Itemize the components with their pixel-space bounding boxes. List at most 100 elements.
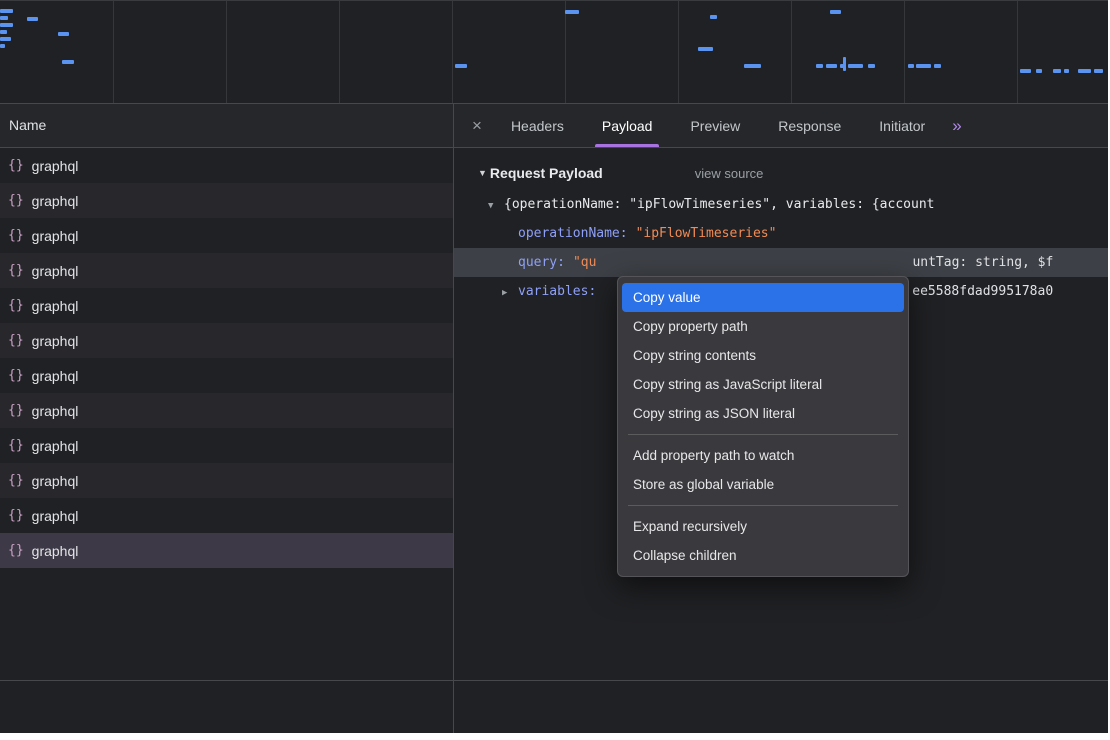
json-braces-icon: {}	[8, 193, 24, 208]
request-name-label: graphql	[32, 508, 79, 524]
request-name-label: graphql	[32, 333, 79, 349]
tab-headers[interactable]: Headers	[492, 104, 583, 147]
property-value: "ipFlowTimeseries"	[636, 226, 777, 241]
menu-item-copy-string-as-javascript-literal[interactable]: Copy string as JavaScript literal	[622, 370, 904, 399]
tab-preview[interactable]: Preview	[671, 104, 759, 147]
menu-item-copy-value[interactable]: Copy value	[622, 283, 904, 312]
devtools-window: Name {}graphql{}graphql{}graphql{}graphq…	[0, 0, 1108, 733]
request-row[interactable]: {}graphql	[0, 428, 453, 463]
expand-triangle-icon[interactable]: ▼	[488, 192, 504, 219]
bottom-status-area	[0, 680, 1108, 733]
request-name-label: graphql	[32, 298, 79, 314]
request-row[interactable]: {} graphql	[0, 148, 453, 183]
request-row[interactable]: {} graphql	[0, 358, 453, 393]
timeline-gridline	[113, 1, 114, 103]
json-braces-icon: {}	[8, 473, 24, 488]
request-name-label: graphql	[32, 543, 79, 559]
json-braces-icon: {}	[8, 438, 24, 453]
context-menu: Copy valueCopy property pathCopy string …	[617, 276, 909, 577]
view-source-link[interactable]: view source	[695, 166, 764, 181]
network-overview-timeline[interactable]	[0, 0, 1108, 104]
json-braces-icon: {}	[8, 228, 24, 243]
json-braces-icon: {}	[8, 403, 24, 418]
name-column-header[interactable]: Name	[0, 104, 453, 148]
payload-root-row[interactable]: ▼{operationName: "ipFlowTimeseries", var…	[454, 190, 1108, 219]
request-row[interactable]: {} graphql	[0, 218, 453, 253]
request-timing-bar	[916, 64, 931, 68]
menu-item-copy-string-as-json-literal[interactable]: Copy string as JSON literal	[622, 399, 904, 428]
request-timing-bar	[868, 64, 875, 68]
property-key: operationName:	[518, 226, 628, 241]
requests-table-pane: Name {}graphql{}graphql{}graphql{}graphq…	[0, 104, 454, 680]
request-name-label: graphql	[32, 158, 79, 174]
property-value-end: ee5588fdad995178a0	[912, 284, 1053, 299]
payload-row-operation-name[interactable]: operationName: "ipFlowTimeseries"	[454, 219, 1108, 248]
request-timing-bar	[0, 44, 5, 48]
timeline-gridline	[678, 1, 679, 103]
request-name-label: graphql	[32, 403, 79, 419]
collapsed-triangle-icon[interactable]: ▶	[502, 279, 518, 306]
section-collapse-triangle-icon[interactable]: ▼	[478, 168, 487, 178]
request-row[interactable]: {} graphql	[0, 463, 453, 498]
request-timing-bar	[0, 9, 13, 13]
json-braces-icon: {}	[8, 543, 24, 558]
menu-item-copy-string-contents[interactable]: Copy string contents	[622, 341, 904, 370]
request-timing-bar	[1020, 69, 1031, 73]
json-braces-icon: {}	[8, 368, 24, 383]
network-main-split: Name {}graphql{}graphql{}graphql{}graphq…	[0, 104, 1108, 680]
request-timing-bar	[934, 64, 941, 68]
menu-item-store-as-global-variable[interactable]: Store as global variable	[622, 470, 904, 499]
request-timing-bar	[830, 10, 841, 14]
request-name-label: graphql	[32, 473, 79, 489]
request-list: {} graphql {} graphql {} graphql {} graphql {} gr…	[0, 148, 453, 680]
json-braces-icon: {}	[8, 298, 24, 313]
request-row[interactable]: {}graphql	[0, 253, 453, 288]
request-row[interactable]: {}graphql	[0, 498, 453, 533]
tab-response[interactable]: Response	[759, 104, 860, 147]
menu-item-add-property-path-to-watch[interactable]: Add property path to watch	[622, 441, 904, 470]
request-row[interactable]: {} graphql	[0, 323, 453, 358]
request-row[interactable]: {} graphql	[0, 288, 453, 323]
request-name-label: graphql	[32, 193, 79, 209]
request-timing-bar	[698, 47, 713, 51]
request-timing-bar	[0, 30, 7, 34]
menu-item-collapse-children[interactable]: Collapse children	[622, 541, 904, 570]
request-timing-bar	[1036, 69, 1042, 73]
request-name-label: graphql	[32, 228, 79, 244]
request-timing-bar	[455, 64, 467, 68]
request-timing-bar	[565, 10, 579, 14]
tab-payload[interactable]: Payload	[583, 104, 672, 147]
request-row[interactable]: {} graphql	[0, 393, 453, 428]
property-key: variables:	[518, 284, 596, 299]
request-name-label: graphql	[32, 368, 79, 384]
request-timing-bar	[826, 64, 837, 68]
json-braces-icon: {}	[8, 333, 24, 348]
request-timing-bar	[908, 64, 914, 68]
close-icon[interactable]: ×	[472, 116, 482, 136]
request-timing-bar	[0, 16, 8, 20]
menu-item-copy-property-path[interactable]: Copy property path	[622, 312, 904, 341]
menu-separator	[628, 505, 898, 506]
request-timing-bar	[62, 60, 74, 64]
request-timing-bar	[1064, 69, 1069, 73]
tab-initiator[interactable]: Initiator	[860, 104, 944, 147]
bottom-status-left	[0, 681, 454, 733]
request-timing-bar	[710, 15, 717, 19]
request-timing-bar	[843, 57, 846, 71]
request-timing-bar	[0, 37, 11, 41]
menu-item-expand-recursively[interactable]: Expand recursively	[622, 512, 904, 541]
payload-root-preview: {operationName: "ipFlowTimeseries", vari…	[504, 197, 934, 212]
json-braces-icon: {}	[8, 158, 24, 173]
timeline-gridline	[565, 1, 566, 103]
payload-row-query[interactable]: query:"quuntTag: string, $f	[454, 248, 1108, 277]
json-braces-icon: {}	[8, 263, 24, 278]
more-tabs-icon[interactable]: »	[952, 116, 961, 136]
timeline-gridline	[452, 1, 453, 103]
timeline-gridline	[904, 1, 905, 103]
request-row[interactable]: {} graphql	[0, 183, 453, 218]
timeline-gridline	[339, 1, 340, 103]
request-payload-section: ▼ Request Payload view source	[454, 156, 1108, 190]
request-row[interactable]: {} graphql	[0, 533, 453, 568]
property-key: query:	[518, 255, 565, 270]
request-timing-bar	[1094, 69, 1103, 73]
